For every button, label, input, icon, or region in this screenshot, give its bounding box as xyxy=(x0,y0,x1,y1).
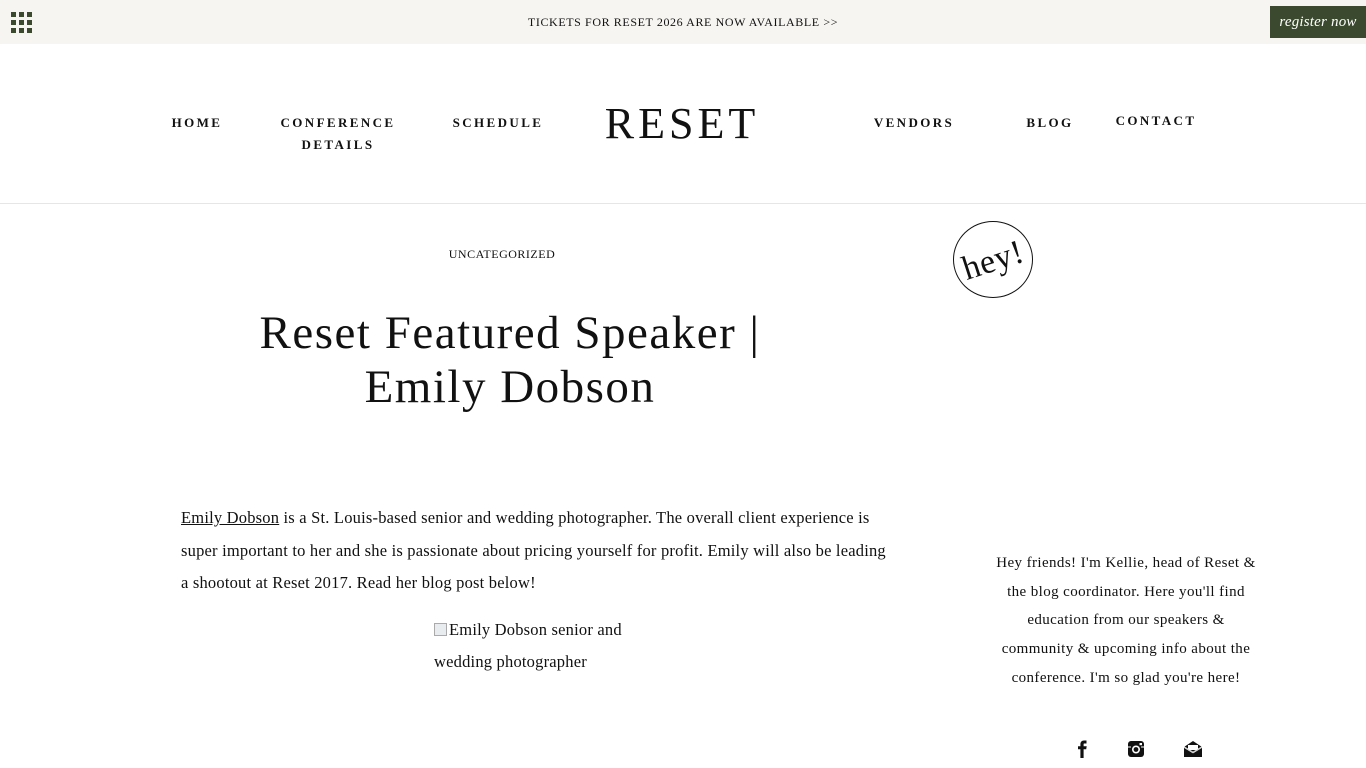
post-intro-text: is a St. Louis-based senior and wedding … xyxy=(181,508,886,592)
hey-badge-text: hey! xyxy=(957,232,1029,288)
register-now-button[interactable]: register now xyxy=(1270,6,1366,38)
speaker-link[interactable]: Emily Dobson xyxy=(181,508,279,527)
post-image-alt: Emily Dobson senior and wedding photogra… xyxy=(434,620,622,671)
post-intro: Emily Dobson is a St. Louis-based senior… xyxy=(181,502,891,600)
post-category[interactable]: UNCATEGORIZED xyxy=(402,247,602,262)
nav-home[interactable]: HOME xyxy=(168,112,226,134)
facebook-icon[interactable] xyxy=(1072,739,1092,759)
email-icon[interactable] xyxy=(1183,739,1203,759)
announcement-bar: TICKETS FOR RESET 2026 ARE NOW AVAILABLE… xyxy=(0,0,1366,44)
broken-image-icon xyxy=(434,623,447,636)
nav-blog[interactable]: BLOG xyxy=(1022,112,1078,134)
nav-contact[interactable]: CONTACT xyxy=(1112,110,1200,132)
nav-vendors[interactable]: VENDORS xyxy=(870,112,958,134)
nav-conference-details[interactable]: CONFERENCE DETAILS xyxy=(276,112,400,156)
post-title: Reset Featured Speaker | Emily Dobson xyxy=(259,307,761,413)
nav-schedule[interactable]: SCHEDULE xyxy=(450,112,546,134)
hey-badge: hey! xyxy=(953,221,1033,298)
site-logo[interactable]: RESET xyxy=(560,98,804,149)
announcement-link[interactable]: TICKETS FOR RESET 2026 ARE NOW AVAILABLE… xyxy=(528,15,838,29)
instagram-icon[interactable] xyxy=(1126,739,1146,759)
post-image: Emily Dobson senior and wedding photogra… xyxy=(434,614,634,678)
sidebar-intro: Hey friends! I'm Kellie, head of Reset &… xyxy=(996,555,1256,686)
header-divider xyxy=(0,203,1366,204)
announcement-text: TICKETS FOR RESET 2026 ARE NOW AVAILABLE… xyxy=(0,15,1366,30)
